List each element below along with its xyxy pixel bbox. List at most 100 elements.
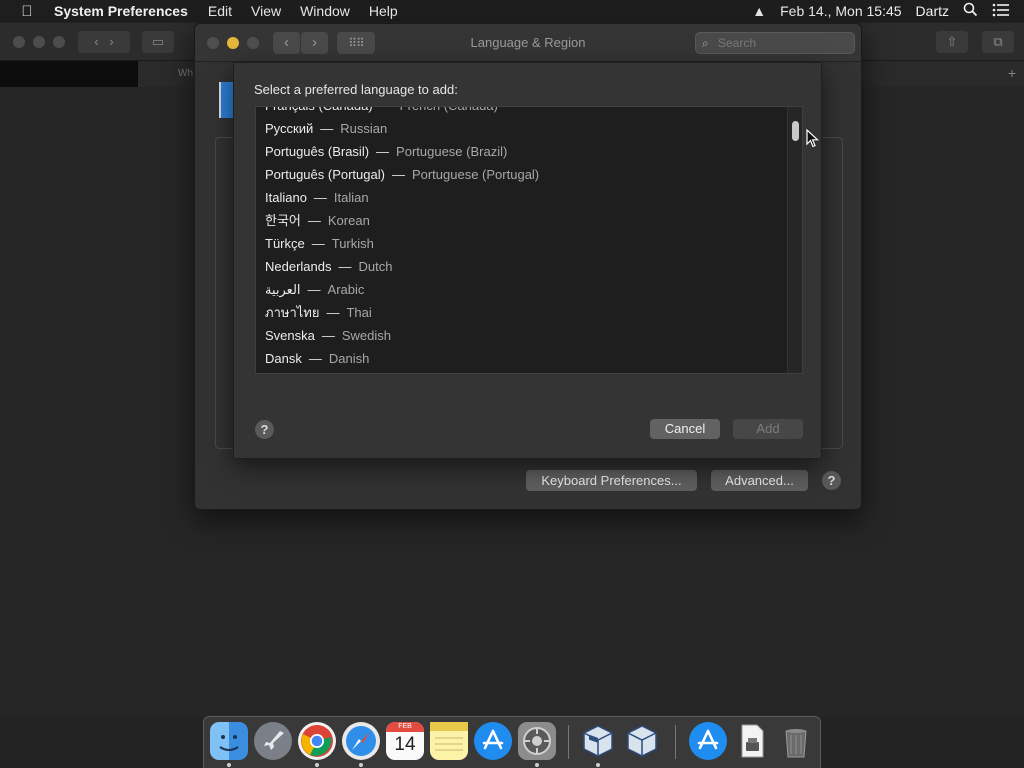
app-store-download-icon[interactable] [689,722,727,760]
trash-icon[interactable] [777,722,815,760]
language-native-name: Dansk [265,351,302,366]
language-separator: — [320,121,334,136]
notes-icon[interactable] [430,722,468,760]
language-list-item[interactable]: Dansk — Danish [256,347,786,370]
language-english-name: Swedish [341,328,392,343]
language-english-name: Danish [328,351,370,366]
language-separator: — [380,107,393,113]
language-separator: — [313,190,327,205]
virtualbox-vm-icon[interactable] [623,722,661,760]
language-native-name: Türkçe [265,236,305,251]
language-list-item[interactable]: ภาษาไทย — Thai [256,301,786,324]
browser-tabs-icon[interactable]: ⧉ [982,31,1014,53]
chrome-running-dot [315,763,319,767]
browser-tab[interactable]: Wh [138,61,198,87]
search-field[interactable]: ⌕ Search [695,32,855,54]
virtualbox-running-dot [596,763,600,767]
language-separator: — [307,213,321,228]
notification-center-icon[interactable] [992,3,1010,20]
language-list-item[interactable]: Русский — Russian [256,117,786,140]
menu-help[interactable]: Help [369,3,398,19]
finder-icon[interactable] [210,722,248,760]
advanced-button[interactable]: Advanced... [711,470,808,491]
app-menu[interactable]: System Preferences [54,3,188,19]
menu-window[interactable]: Window [300,3,350,19]
language-english-name: Arabic [327,282,365,297]
language-list-item[interactable]: Português (Brasil) — Portuguese (Brazil) [256,140,786,163]
apple-menu-icon[interactable]:  [0,3,54,20]
language-native-name: Italiano [265,190,307,205]
sheet-help-button[interactable]: ? [255,420,274,439]
menu-view[interactable]: View [251,3,281,19]
browser-minimize-button[interactable] [33,36,45,48]
search-placeholder: Search [718,36,757,50]
installer-document-icon[interactable] [733,722,771,760]
eject-icon[interactable]: ▲ [752,3,766,19]
calendar-month: FEB [386,722,424,732]
menubar-user[interactable]: Dartz [916,3,949,19]
safari-icon[interactable] [342,722,380,760]
language-english-name: Thai [346,305,372,320]
dock-separator [568,725,569,759]
calendar-icon[interactable]: FEB 14 [386,722,424,760]
chrome-icon[interactable] [298,722,336,760]
spotlight-search-icon[interactable] [963,2,978,20]
language-list-item[interactable]: Italiano — Italian [256,186,786,209]
keyboard-preferences-button[interactable]: Keyboard Preferences... [526,470,697,491]
browser-sidebar-icon[interactable]: ▭ [142,31,174,53]
language-list-item[interactable]: 한국어 — Korean [256,209,786,232]
menu-edit[interactable]: Edit [208,3,232,19]
menubar-clock[interactable]: Feb 14., Mon 15:45 [780,3,901,19]
language-separator: — [311,236,325,251]
language-separator: — [307,282,321,297]
language-english-name: Portuguese (Portugal) [411,167,540,182]
launchpad-icon[interactable] [254,722,292,760]
language-english-name: Russian [340,121,388,136]
language-native-name: Svenska [265,328,315,343]
browser-close-button[interactable] [13,36,25,48]
language-native-name: Português (Brasil) [265,144,370,159]
list-scrollbar[interactable] [787,107,802,373]
system-preferences-icon[interactable] [518,722,556,760]
language-native-name: Français (Canada) [265,107,373,113]
language-rows: Français (Canada) — French (Canada) Русский… [256,107,786,370]
dock-separator-2 [675,725,676,759]
mouse-cursor-icon [806,129,820,148]
language-native-name: العربية [265,282,301,297]
language-native-name: Nederlands [265,259,332,274]
language-native-name: 한국어 [265,213,301,228]
browser-zoom-button[interactable] [53,36,65,48]
language-list-item[interactable]: Türkçe — Turkish [256,232,786,255]
cancel-button[interactable]: Cancel [650,419,720,439]
safari-running-dot [359,763,363,767]
language-separator: — [338,259,352,274]
language-native-name: Português (Portugal) [265,167,385,182]
language-list-item[interactable]: العربية — Arabic [256,278,786,301]
help-button[interactable]: ? [822,471,841,490]
dock: FEB 14 [203,716,821,768]
language-separator: — [308,351,322,366]
app-store-icon[interactable] [474,722,512,760]
browser-nav-buttons[interactable]: ‹ › [78,31,130,53]
virtualbox-icon[interactable] [579,722,617,760]
language-english-name: Dutch [358,259,393,274]
browser-tab-active[interactable] [0,61,138,87]
language-separator: — [326,305,340,320]
browser-share-icon[interactable]: ⇧ [936,31,968,53]
scrollbar-thumb[interactable] [792,121,799,141]
language-list-item[interactable]: Français (Canada) — French (Canada) [256,107,786,117]
search-icon: ⌕ [702,36,709,50]
language-list[interactable]: Français (Canada) — French (Canada) Русский… [255,106,803,374]
finder-running-dot [227,763,231,767]
language-list-item[interactable]: Svenska — Swedish [256,324,786,347]
language-english-name: French (Canada) [400,107,498,113]
language-separator: — [376,144,390,159]
language-english-name: Portuguese (Brazil) [396,144,508,159]
language-native-name: Русский [265,121,314,136]
language-list-item[interactable]: Nederlands — Dutch [256,255,786,278]
new-tab-icon[interactable]: + [1008,65,1016,81]
language-list-item[interactable]: Português (Portugal) — Portuguese (Portuga… [256,163,786,186]
add-button[interactable]: Add [733,419,803,439]
browser-tab-right[interactable]: + [862,61,1024,87]
sheet-title: Select a preferred language to add: [254,82,458,97]
